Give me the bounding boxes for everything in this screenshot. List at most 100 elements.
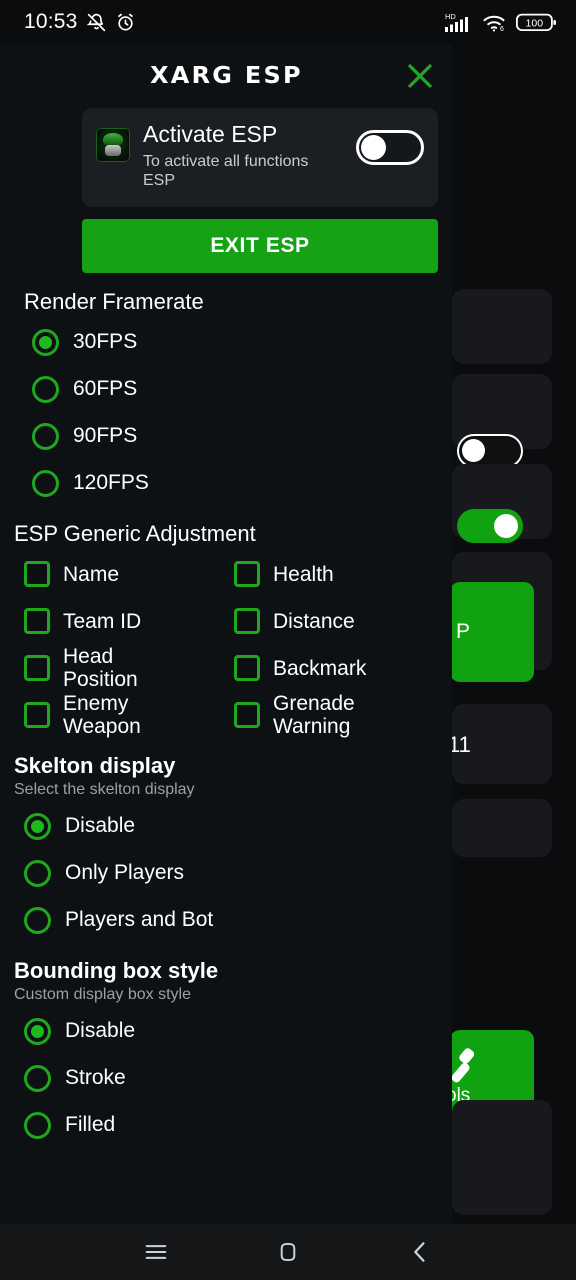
framerate-radio-group: 30FPS 60FPS 90FPS 120FPS (14, 319, 438, 507)
exit-esp-button[interactable]: EXIT ESP (82, 218, 438, 273)
generic-checkbox-grid: Name Health Team ID Distance Head Positi… (14, 551, 438, 739)
checkbox-indicator (234, 561, 260, 588)
radio-option-120fps[interactable]: 120FPS (14, 460, 438, 507)
checkbox-label: Head Position (63, 645, 138, 692)
radio-label: 30FPS (73, 330, 138, 354)
activate-esp-card: Activate ESP To activate all functions E… (82, 108, 438, 207)
network-type-label: HD (445, 12, 456, 21)
recents-button[interactable] (127, 1231, 185, 1273)
checkbox-row-grenade-warning[interactable]: Grenade Warning (234, 692, 438, 739)
radio-option-skeleton-disable[interactable]: Disable (14, 803, 438, 850)
radio-label: Stroke (65, 1066, 126, 1090)
checkbox-label: Team ID (63, 609, 142, 633)
radio-option-30fps[interactable]: 30FPS (14, 319, 438, 366)
radio-option-60fps[interactable]: 60FPS (14, 366, 438, 413)
radio-label: Disable (65, 814, 136, 838)
wrench-icon (451, 1048, 475, 1083)
section-title-framerate: Render Framerate (24, 288, 204, 314)
battery-icon: 100 (516, 13, 556, 31)
radio-label: Filled (65, 1113, 116, 1137)
radio-option-bounding-disable[interactable]: Disable (14, 1008, 438, 1055)
background-card (452, 799, 552, 857)
radio-option-skeleton-players-and-bot[interactable]: Players and Bot (14, 897, 438, 944)
section-title-generic: ESP Generic Adjustment (14, 520, 256, 546)
section-title-skeleton: Skelton display (14, 752, 176, 778)
home-button[interactable] (259, 1231, 317, 1273)
checkbox-label: Backmark (273, 656, 367, 680)
status-bar-clock: 10:53 (24, 10, 78, 33)
esp-overlay-panel: XARG ESP Activate ESP To activate all fu… (0, 44, 452, 1224)
home-square-icon (280, 1243, 296, 1261)
checkbox-row-head-position[interactable]: Head Position (24, 645, 228, 692)
status-bar-left: 10:53 (24, 10, 136, 34)
checkbox-indicator (234, 702, 260, 729)
menu-hamburger-icon (145, 1245, 167, 1259)
battery-level-label: 100 (526, 17, 544, 29)
alarm-clock-icon (117, 13, 133, 31)
checkbox-row-name[interactable]: Name (24, 551, 228, 598)
radio-option-skeleton-only-players[interactable]: Only Players (14, 850, 438, 897)
svg-text:6: 6 (500, 26, 504, 33)
activate-esp-toggle[interactable] (356, 130, 424, 165)
radio-label: 120FPS (73, 471, 149, 495)
checkbox-label: Grenade Warning (273, 692, 355, 739)
checkbox-indicator (234, 655, 260, 682)
checkbox-indicator (234, 608, 260, 635)
radio-indicator (24, 1064, 51, 1092)
radio-indicator (32, 328, 59, 356)
skeleton-display-section: Skelton display Select the skelton displ… (14, 753, 438, 944)
radio-indicator (24, 859, 51, 887)
checkbox-row-team-id[interactable]: Team ID (24, 598, 228, 645)
checkbox-indicator (24, 655, 50, 682)
checkbox-row-backmark[interactable]: Backmark (234, 645, 438, 692)
section-subtitle-bounding: Custom display box style (14, 985, 191, 1003)
checkbox-indicator (24, 608, 50, 635)
close-x-icon (408, 64, 432, 88)
radio-option-bounding-filled[interactable]: Filled (14, 1102, 438, 1149)
background-green-button[interactable]: P (450, 582, 534, 682)
checkbox-row-distance[interactable]: Distance (234, 598, 438, 645)
panel-header: XARG ESP (0, 44, 452, 108)
section-title-bounding: Bounding box style (14, 957, 219, 983)
app-root: 10:53 HD 6 100 P 11 ols XARG ESP Activat… (0, 0, 576, 1280)
checkbox-row-enemy-weapon[interactable]: Enemy Weapon (24, 692, 228, 739)
background-toggle-2[interactable] (457, 509, 523, 543)
background-toggle-1[interactable] (457, 434, 523, 468)
back-chevron-icon (414, 1242, 425, 1262)
activate-esp-texts: Activate ESP To activate all functions E… (143, 121, 343, 191)
checkbox-label: Enemy Weapon (63, 692, 141, 739)
radio-option-bounding-stroke[interactable]: Stroke (14, 1055, 438, 1102)
radio-indicator (32, 422, 59, 450)
checkbox-indicator (24, 561, 50, 588)
cellular-signal-icon: HD (445, 12, 468, 32)
android-nav-bar (0, 1224, 576, 1280)
radio-label: 60FPS (73, 377, 138, 401)
radio-indicator (24, 1017, 51, 1045)
checkbox-label: Distance (273, 609, 355, 633)
bounding-radio-group: Disable Stroke Filled (14, 1008, 438, 1149)
status-bar-right: HD 6 100 (444, 11, 558, 33)
radio-indicator (24, 906, 51, 934)
page-title: XARG ESP (149, 63, 303, 89)
radio-label: 90FPS (73, 424, 138, 448)
activate-esp-subtitle: To activate all functions ESP (143, 152, 309, 190)
checkbox-label: Name (63, 562, 120, 586)
status-bar: 10:53 HD 6 100 (0, 0, 576, 44)
toggle-knob (361, 135, 386, 160)
radio-label: Players and Bot (65, 908, 214, 932)
radio-label: Only Players (65, 861, 185, 885)
checkbox-row-health[interactable]: Health (234, 551, 438, 598)
close-button[interactable] (398, 54, 442, 98)
background-card (452, 289, 552, 364)
panel-body: Activate ESP To activate all functions E… (0, 108, 452, 1224)
silent-bell-icon (86, 13, 105, 31)
checkbox-label: Health (273, 562, 334, 586)
radio-option-90fps[interactable]: 90FPS (14, 413, 438, 460)
radio-indicator (32, 469, 59, 497)
app-logo-icon (96, 128, 130, 162)
activate-esp-title: Activate ESP (143, 121, 278, 147)
radio-indicator (32, 375, 59, 403)
back-button[interactable] (391, 1231, 449, 1273)
radio-indicator (24, 1111, 51, 1139)
radio-label: Disable (65, 1019, 136, 1043)
